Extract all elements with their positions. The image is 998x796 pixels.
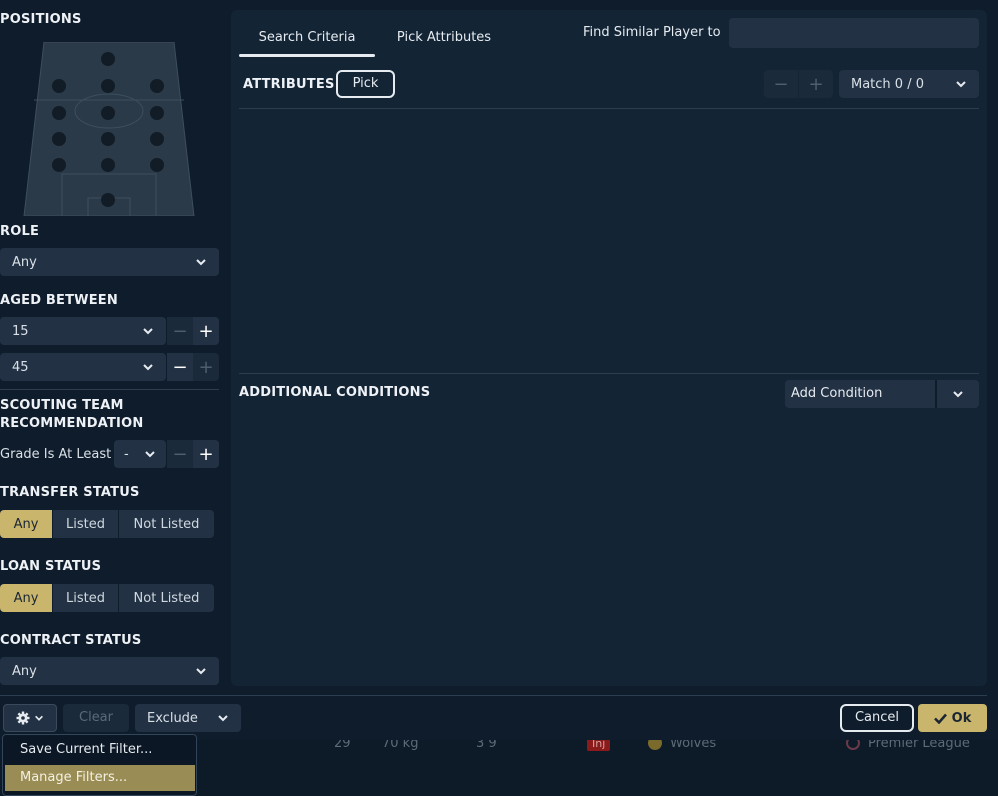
exclude-dropdown[interactable]: Exclude xyxy=(135,704,241,732)
transfer-not-listed-option[interactable]: Not Listed xyxy=(119,510,214,538)
attributes-increment-button[interactable]: + xyxy=(799,70,833,98)
attributes-title: ATTRIBUTES xyxy=(243,77,335,92)
loan-listed-option[interactable]: Listed xyxy=(53,584,119,612)
chevron-down-icon xyxy=(953,391,963,398)
find-similar-label: Find Similar Player to xyxy=(583,25,721,40)
add-condition-label[interactable]: Add Condition xyxy=(785,380,937,408)
transfer-listed-option[interactable]: Listed xyxy=(53,510,119,538)
age-min-value: 15 xyxy=(12,323,29,339)
footer-divider xyxy=(0,695,987,696)
attributes-decrement-button[interactable]: − xyxy=(764,70,798,98)
grade-value: - xyxy=(124,446,129,462)
tab-pick-attributes[interactable]: Pick Attributes xyxy=(380,30,508,45)
role-dropdown[interactable]: Any xyxy=(0,248,219,276)
menu-item-manage-filters[interactable]: Manage Filters... xyxy=(5,765,195,791)
match-value: Match 0 / 0 xyxy=(851,76,924,92)
transfer-title: TRANSFER STATUS xyxy=(0,485,140,500)
contract-title: CONTRACT STATUS xyxy=(0,633,142,648)
clear-button[interactable]: Clear xyxy=(63,704,129,732)
chevron-down-icon xyxy=(145,451,155,458)
loan-title: LOAN STATUS xyxy=(0,559,102,574)
additional-conditions-title: ADDITIONAL CONDITIONS xyxy=(239,385,431,400)
add-condition-button[interactable]: Add Condition xyxy=(785,380,979,408)
contract-value: Any xyxy=(12,663,37,679)
contract-dropdown[interactable]: Any xyxy=(0,657,219,685)
pick-button[interactable]: Pick xyxy=(336,70,395,98)
scouting-title-line2: RECOMMENDATION xyxy=(0,416,144,431)
tab-search-criteria[interactable]: Search Criteria xyxy=(239,30,375,45)
conditions-divider xyxy=(239,373,979,374)
chevron-down-icon xyxy=(956,81,966,88)
find-similar-input[interactable] xyxy=(729,18,979,48)
loan-any-option[interactable]: Any xyxy=(0,584,53,612)
match-dropdown[interactable]: Match 0 / 0 xyxy=(839,70,979,98)
transfer-any-option[interactable]: Any xyxy=(0,510,53,538)
grade-increment-button[interactable]: + xyxy=(193,440,219,468)
exclude-value: Exclude xyxy=(147,710,198,726)
chevron-down-icon xyxy=(143,328,153,335)
chevron-down-icon xyxy=(218,715,228,722)
position-pitch[interactable] xyxy=(22,41,196,217)
age-max-decrement-button[interactable]: − xyxy=(167,353,193,381)
menu-item-save-filter[interactable]: Save Current Filter... xyxy=(5,737,195,763)
tab-search-criteria-underline xyxy=(239,54,375,57)
ok-button[interactable]: Ok xyxy=(918,704,987,732)
age-max-dropdown[interactable]: 45 xyxy=(0,353,166,381)
positions-title: POSITIONS xyxy=(0,12,82,27)
role-value: Any xyxy=(12,254,37,270)
chevron-down-icon xyxy=(143,364,153,371)
transfer-status-segmented: Any Listed Not Listed xyxy=(0,510,214,538)
grade-dropdown[interactable]: - xyxy=(114,440,166,468)
chevron-down-icon xyxy=(35,715,43,721)
attributes-list-area xyxy=(239,110,979,372)
attributes-divider xyxy=(239,108,979,109)
grade-decrement-button[interactable]: − xyxy=(167,440,193,468)
grade-label: Grade Is At Least xyxy=(0,447,112,462)
cancel-button[interactable]: Cancel xyxy=(840,704,914,732)
age-max-increment-button[interactable]: + xyxy=(193,353,219,381)
checkmark-icon xyxy=(933,713,947,724)
ok-label: Ok xyxy=(951,710,972,726)
divider xyxy=(0,389,219,390)
chevron-down-icon xyxy=(196,668,206,675)
age-min-dropdown[interactable]: 15 xyxy=(0,317,166,345)
age-max-value: 45 xyxy=(12,359,29,375)
add-condition-menu-button[interactable] xyxy=(937,380,979,408)
loan-not-listed-option[interactable]: Not Listed xyxy=(119,584,214,612)
aged-title: AGED BETWEEN xyxy=(0,293,118,308)
loan-status-segmented: Any Listed Not Listed xyxy=(0,584,214,612)
age-min-increment-button[interactable]: + xyxy=(193,317,219,345)
settings-menu-button[interactable] xyxy=(3,704,57,732)
gear-icon xyxy=(16,711,30,725)
age-min-decrement-button[interactable]: − xyxy=(167,317,193,345)
scouting-title-line1: SCOUTING TEAM xyxy=(0,398,124,413)
role-title: ROLE xyxy=(0,224,40,239)
chevron-down-icon xyxy=(196,259,206,266)
conditions-list-area xyxy=(239,412,979,682)
